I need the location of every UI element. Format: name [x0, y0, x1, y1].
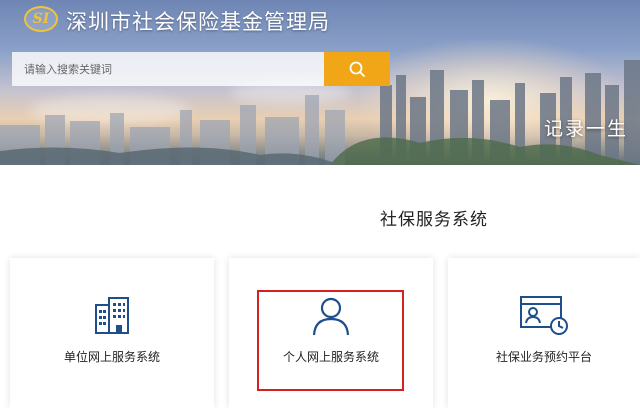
card-personal-service[interactable]: 个人网上服务系统: [229, 258, 433, 408]
card-company-service[interactable]: 单位网上服务系统: [10, 258, 214, 408]
slogan: 记录一生: [544, 118, 629, 140]
appointment-icon: [520, 296, 568, 335]
card-label: 单位网上服务系统: [63, 350, 160, 364]
card-label: 社保业务预约平台: [495, 350, 592, 364]
logo-icon: SI: [24, 6, 58, 32]
search-button[interactable]: [324, 52, 390, 86]
section-title: 社保服务系统: [380, 210, 488, 230]
building-icon: [95, 297, 129, 334]
card-appointment-platform[interactable]: 社保业务预约平台: [448, 258, 640, 408]
search-icon: [349, 61, 365, 77]
banner: SI 深圳市社会保险基金管理局 记录一生: [0, 0, 640, 165]
card-label: 个人网上服务系统: [282, 350, 379, 364]
search-input[interactable]: [12, 52, 324, 86]
user-icon: [312, 297, 350, 336]
site-title: 深圳市社会保险基金管理局: [66, 10, 330, 34]
